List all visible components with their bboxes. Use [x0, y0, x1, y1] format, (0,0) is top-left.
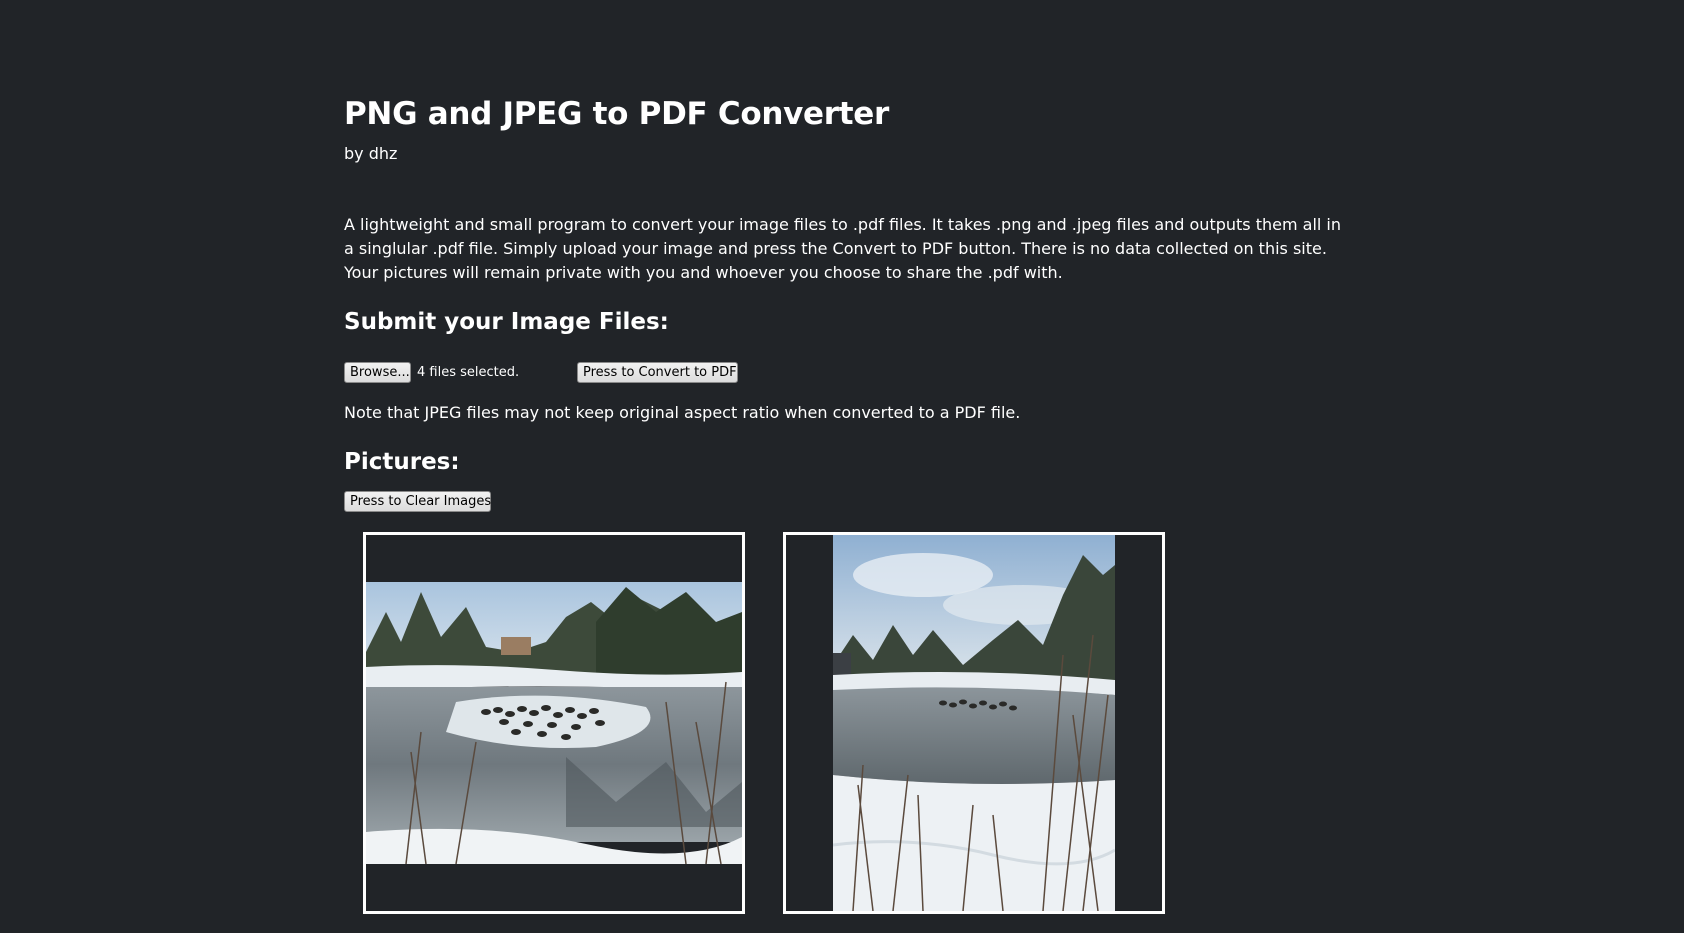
photo-snowy-pond-trees	[833, 535, 1115, 911]
file-selection-status: 4 files selected.	[417, 365, 520, 380]
convert-to-pdf-button[interactable]: Press to Convert to PDF	[577, 362, 738, 383]
photo-snowy-pond-ducks	[366, 582, 742, 864]
pictures-heading: Pictures:	[344, 449, 460, 475]
picture-frame	[783, 532, 1165, 914]
description-text: A lightweight and small program to conve…	[344, 215, 1342, 282]
submit-heading: Submit your Image Files:	[344, 309, 669, 335]
picture-frame	[363, 532, 745, 914]
page-title: PNG and JPEG to PDF Converter	[344, 96, 889, 132]
clear-images-button[interactable]: Press to Clear Images	[344, 491, 491, 512]
browse-button[interactable]: Browse...	[344, 362, 411, 383]
author-byline: by dhz	[344, 144, 398, 163]
aspect-ratio-note: Note that JPEG files may not keep origin…	[344, 403, 1021, 422]
